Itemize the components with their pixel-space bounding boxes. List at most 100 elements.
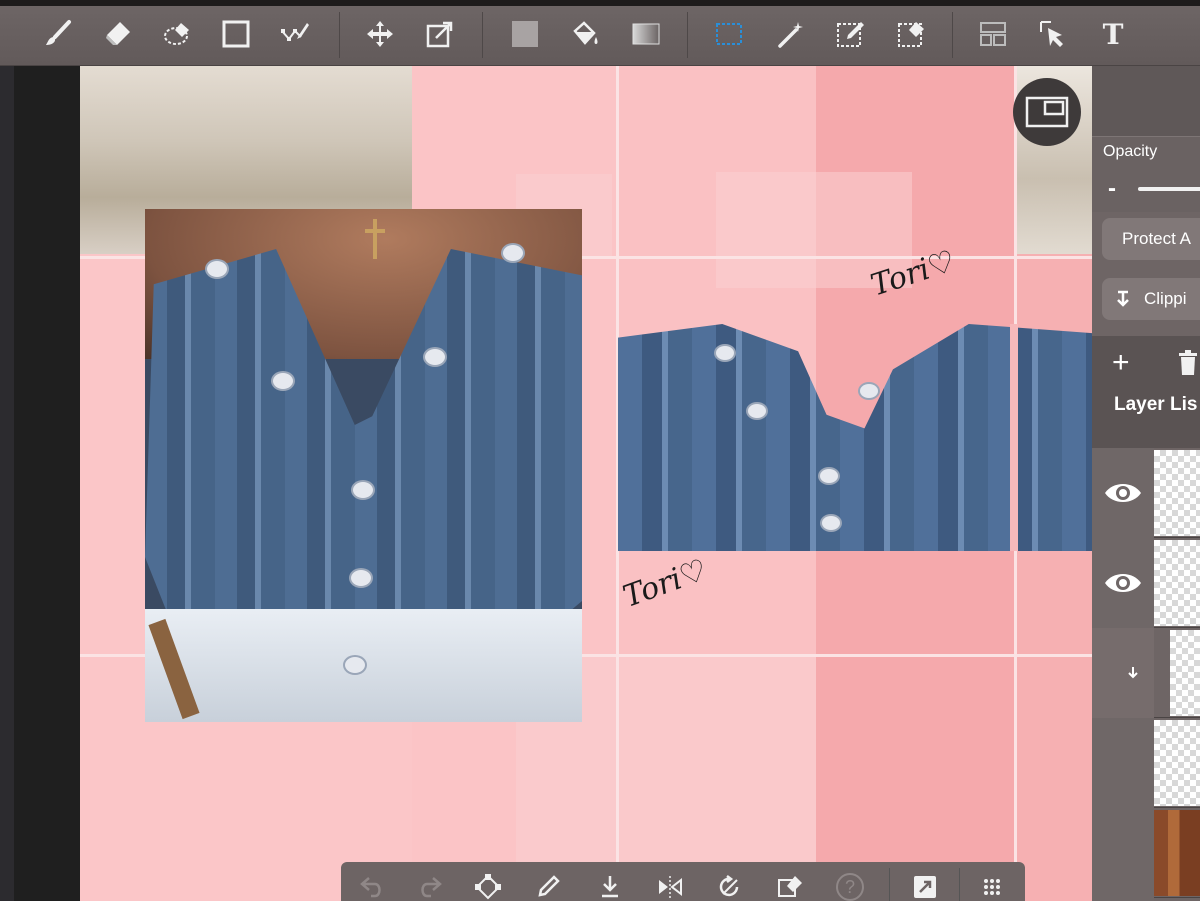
selection-tool-button[interactable] (709, 14, 749, 54)
move-tool-button[interactable] (360, 14, 400, 54)
text-tool-button[interactable]: T (1093, 14, 1133, 54)
toolbar-divider (687, 12, 688, 58)
help-icon: ? (836, 873, 864, 901)
visibility-toggle[interactable] (1092, 808, 1154, 898)
transform-tool-button[interactable] (420, 14, 460, 54)
layer-thumbnail (1170, 630, 1200, 716)
corset-photo[interactable] (145, 209, 582, 722)
gradient-tool-button[interactable] (626, 14, 666, 54)
toolbar-divider (339, 12, 340, 58)
corset-button (207, 261, 227, 277)
layer-row[interactable] (1092, 718, 1200, 808)
clipping-label: Clippi (1144, 289, 1187, 308)
lasso-eraser-tool-button[interactable] (158, 14, 198, 54)
brush-tool-button[interactable] (38, 14, 78, 54)
undo-icon (360, 877, 381, 898)
redo-button[interactable] (413, 872, 447, 901)
corset-button (273, 373, 293, 389)
shape-tool-button[interactable] (216, 14, 256, 54)
visibility-toggle[interactable] (1092, 538, 1154, 628)
select-eraser-icon (898, 22, 924, 47)
layer-thumbnail (1154, 810, 1200, 896)
toolbar-divider (482, 12, 483, 58)
opacity-label: Opacity (1103, 143, 1158, 160)
brush-icon (46, 20, 71, 45)
select-eraser-tool-button[interactable] (891, 14, 931, 54)
layer-thumbnail (1154, 540, 1200, 626)
transform-diamond-icon (475, 874, 501, 900)
select-pen-icon (837, 22, 864, 47)
strip-button (822, 516, 840, 530)
toolbar-divider (889, 868, 890, 901)
denim-strip[interactable] (618, 324, 1092, 551)
status-strip (0, 0, 1200, 6)
bucket-tool-button[interactable] (565, 14, 605, 54)
clipping-button[interactable]: Clippi (1102, 278, 1200, 320)
eyedropper-icon (538, 875, 560, 897)
layer-list-label: Layer Lis (1114, 394, 1198, 415)
magic-wand-tool-button[interactable] (771, 14, 811, 54)
frame-divider-tool-button[interactable] (973, 14, 1013, 54)
navigator-icon (1025, 96, 1069, 128)
gutter-edge (0, 66, 14, 901)
corset-button (351, 570, 371, 586)
gradient-icon (632, 23, 660, 45)
bottom-toolbar: ? (341, 862, 1025, 901)
arrow-down-icon (602, 876, 618, 898)
toolbar-divider (952, 12, 953, 58)
text-icon: T (1102, 17, 1124, 51)
strip-denim (618, 324, 1092, 551)
operation-tool-button[interactable] (1033, 14, 1073, 54)
frame-divider-icon (980, 22, 1006, 46)
top-toolbar: T (0, 0, 1200, 66)
eye-icon (1105, 484, 1141, 502)
eraser-icon (106, 22, 130, 45)
visibility-toggle[interactable] (1092, 448, 1154, 538)
select-pen-tool-button[interactable] (830, 14, 870, 54)
clear-button[interactable] (773, 872, 807, 901)
grid-dots-icon (984, 879, 1000, 895)
layer-row-clipped[interactable] (1092, 628, 1200, 718)
strip-gap (1010, 324, 1018, 551)
transform-button[interactable] (471, 872, 505, 901)
panel-header (1092, 66, 1200, 136)
redo-icon (421, 877, 442, 898)
layer-row[interactable] (1092, 538, 1200, 628)
opacity-slider[interactable] (1138, 187, 1200, 191)
magic-wand-icon (778, 22, 803, 48)
undo-button[interactable] (355, 872, 389, 901)
fill-color-tool-button[interactable] (505, 14, 545, 54)
strip-button (860, 384, 878, 398)
rotate-icon (719, 875, 739, 897)
clip-indicator-icon (1128, 667, 1138, 679)
layer-row[interactable] (1092, 448, 1200, 538)
menu-button[interactable] (975, 872, 1009, 901)
corset-button (353, 482, 373, 498)
toolbar-divider (959, 868, 960, 901)
layer-thumbnail (1154, 450, 1200, 536)
trash-icon[interactable] (1177, 350, 1199, 376)
navigator-button[interactable] (1013, 78, 1081, 146)
expand-icon (914, 876, 936, 898)
rectangle-icon (222, 20, 250, 48)
opacity-decrease-button[interactable]: - (1108, 175, 1116, 203)
protect-alpha-button[interactable]: Protect A (1102, 218, 1200, 260)
fullscreen-button[interactable] (908, 872, 942, 901)
visibility-toggle[interactable] (1092, 718, 1154, 808)
add-layer-button[interactable]: + (1112, 346, 1130, 380)
strip-button (820, 469, 838, 483)
bucket-icon (573, 21, 598, 45)
eraser-tool-button[interactable] (98, 14, 138, 54)
polyline-tool-button[interactable] (274, 14, 314, 54)
transform-icon (426, 21, 453, 48)
help-button[interactable]: ? (833, 872, 867, 901)
polyline-pen-icon (281, 23, 309, 41)
rotate-button[interactable] (713, 872, 747, 901)
layer-row[interactable] (1092, 808, 1200, 898)
eyedropper-button[interactable] (531, 872, 565, 901)
corset-button (425, 349, 445, 365)
drawing-canvas[interactable]: Tori♡ Tori♡ (80, 66, 1092, 901)
visibility-toggle[interactable] (1092, 628, 1154, 718)
save-down-button[interactable] (593, 872, 627, 901)
flip-button[interactable] (653, 872, 687, 901)
